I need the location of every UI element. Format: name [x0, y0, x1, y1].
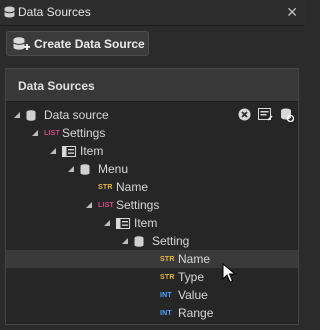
tree-row-type[interactable]: STR Type — [6, 268, 298, 286]
tree-row-menu[interactable]: Menu — [6, 160, 298, 178]
data-sources-panel: Data Sources Data source LIST Settings I… — [5, 68, 299, 325]
tree-label: Range — [178, 306, 214, 320]
string-type-tag: STR — [160, 273, 175, 281]
panel-header: Data Sources — [6, 69, 298, 102]
panel-title: Data Sources — [18, 79, 95, 93]
expand-arrow-icon[interactable] — [30, 124, 40, 142]
tree-row-item[interactable]: Item — [6, 214, 298, 232]
tree-label: Item — [134, 216, 158, 230]
tree-row-name-selected[interactable]: STR Name — [6, 250, 298, 268]
add-data-source-icon — [13, 37, 30, 55]
mouse-pointer-icon — [222, 262, 237, 286]
data-sources-icon — [4, 6, 15, 21]
row-actions — [237, 107, 294, 122]
remove-icon[interactable] — [237, 107, 252, 122]
close-icon[interactable]: ✕ — [286, 4, 298, 21]
string-type-tag: STR — [98, 183, 113, 191]
int-type-tag: INT — [160, 291, 172, 299]
expand-arrow-icon[interactable] — [66, 160, 76, 178]
refresh-icon[interactable] — [279, 107, 294, 122]
tree-label: Value — [178, 288, 208, 302]
item-icon — [62, 145, 76, 157]
create-data-source-label: Create Data Source — [34, 37, 145, 51]
tree-label: Name — [178, 252, 211, 266]
tree-row-range[interactable]: INT Range — [6, 304, 298, 322]
database-icon — [80, 163, 94, 175]
string-type-tag: STR — [160, 255, 175, 263]
database-icon — [134, 235, 148, 247]
expand-arrow-icon[interactable] — [102, 214, 112, 232]
tree-row-item[interactable]: Item — [6, 142, 298, 160]
tree-row-data-source[interactable]: Data source — [6, 106, 298, 124]
tree-label: Settings — [116, 198, 160, 212]
int-type-tag: INT — [160, 309, 172, 317]
tree-label: Setting — [152, 234, 190, 248]
tree-label: Name — [116, 180, 149, 194]
tree-label: Type — [178, 270, 205, 284]
list-type-tag: LIST — [98, 201, 114, 209]
tree-label: Item — [80, 144, 104, 158]
expand-arrow-icon[interactable] — [120, 232, 130, 250]
tree-row-settings[interactable]: LIST Settings — [6, 196, 298, 214]
expand-arrow-icon[interactable] — [84, 196, 94, 214]
expand-arrow-icon[interactable] — [48, 142, 58, 160]
item-icon — [116, 217, 130, 229]
edit-icon[interactable] — [258, 107, 273, 122]
tree-row-name[interactable]: STR Name — [6, 178, 298, 196]
tree-row-value[interactable]: INT Value — [6, 286, 298, 304]
tree-row-setting[interactable]: Setting — [6, 232, 298, 250]
tree-label: Data source — [44, 108, 109, 122]
expand-arrow-icon[interactable] — [12, 106, 22, 124]
tree-row-settings[interactable]: LIST Settings — [6, 124, 298, 142]
database-icon — [26, 109, 40, 121]
list-type-tag: LIST — [44, 129, 60, 137]
window-title: Data Sources — [18, 5, 91, 19]
title-bar: Data Sources ✕ — [0, 0, 305, 26]
tree-label: Settings — [62, 126, 106, 140]
tree-label: Menu — [98, 162, 129, 176]
create-data-source-button[interactable]: Create Data Source — [6, 31, 149, 56]
